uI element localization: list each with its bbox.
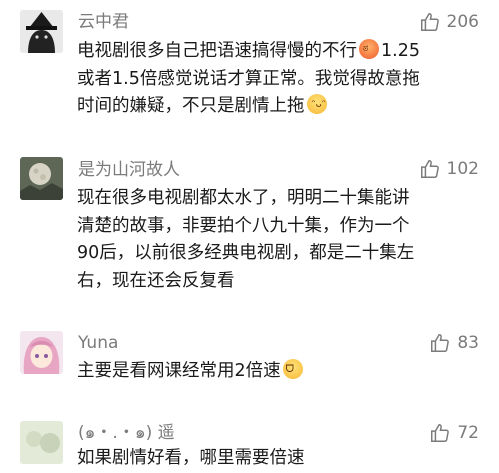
comment-line: 主要是看网课经常用2倍速 (77, 361, 281, 381)
username[interactable]: 云中君 (78, 11, 129, 33)
comment-line: 或者1.5倍感觉说话才算正常。我觉得故意拖 (77, 68, 420, 89)
like-count: 83 (457, 333, 479, 353)
like-count: 72 (457, 423, 479, 443)
avatar[interactable] (20, 157, 63, 200)
like-button[interactable]: 83 (429, 332, 479, 354)
like-button[interactable]: 206 (419, 11, 479, 33)
comment-line: 现在很多电视剧都太水了，明明二十集能讲 (77, 188, 410, 208)
thumbs-up-icon (420, 13, 439, 31)
avatar[interactable] (20, 331, 63, 374)
comment-line: 清楚的故事，非要拍个八九十集，作为一个 (77, 215, 410, 236)
avatar[interactable] (20, 10, 63, 53)
comment-text: 电视剧很多自己把语速搞得慢的不行 ಠ 1.25 或者1.5倍感觉说话才算正常。我觉得… (77, 38, 479, 121)
thumbs-up-icon (420, 160, 439, 178)
comment-line: 90后，以前很多经典电视剧，都是二十集左 (77, 243, 415, 263)
username[interactable]: Yuna (78, 332, 118, 354)
comment-text: 主要是看网课经常用2倍速 ᗜ (77, 358, 479, 386)
thumbs-up-icon (431, 424, 450, 442)
comment-text: 现在很多电视剧都太水了，明明二十集能讲 清楚的故事，非要拍个八九十集，作为一个 … (77, 185, 479, 295)
sweat-laugh-face-icon: ᵔᴗᵔ (306, 94, 327, 114)
comment-line: 右，现在还会反复看 (77, 270, 235, 291)
grinning-face-icon: ᗜ (282, 359, 303, 379)
avatar[interactable] (20, 421, 63, 464)
like-count: 206 (446, 12, 479, 32)
like-button[interactable]: 72 (429, 422, 479, 444)
comment-line: 时间的嫌疑，不只是剧情上拖 (77, 96, 305, 116)
comment-line: 电视剧很多自己把语速搞得慢的不行 (77, 41, 357, 61)
username[interactable]: (๑・.・๑) 遥 (78, 422, 175, 444)
thumbs-up-icon (431, 334, 450, 352)
comment-text: 如果剧情好看，哪里需要倍速 (77, 445, 479, 473)
like-count: 102 (446, 159, 479, 179)
like-button[interactable]: 102 (419, 158, 479, 180)
username[interactable]: 是为山河故人 (78, 159, 180, 181)
angry-face-icon: ಠ (359, 39, 379, 59)
comment-line: 1.25 (381, 41, 420, 61)
comment-line: 如果剧情好看，哪里需要倍速 (77, 448, 305, 468)
